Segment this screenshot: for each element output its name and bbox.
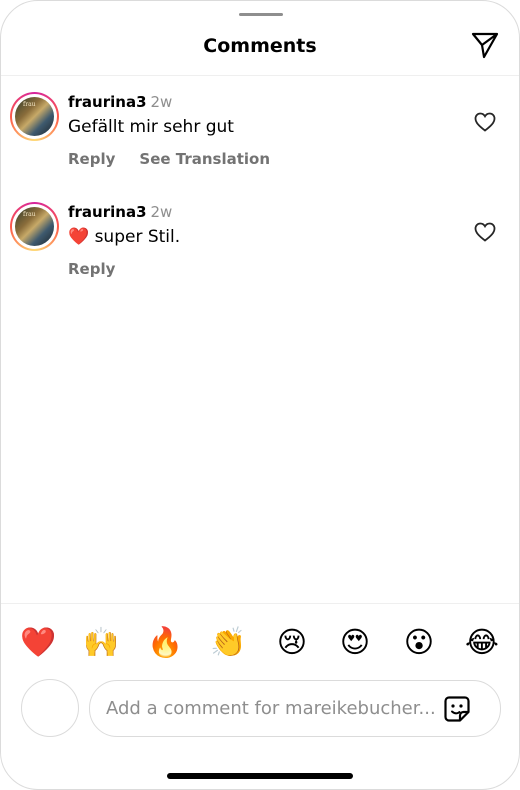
comment-time: 2w (150, 93, 173, 111)
reply-button[interactable]: Reply (68, 150, 115, 168)
comment-actions: Reply See Translation (68, 150, 294, 168)
comment-text: Gefällt mir sehr gut (68, 117, 234, 137)
surprised-emoji-button[interactable]: 😮 (401, 624, 437, 660)
send-icon[interactable] (470, 30, 500, 60)
heart-eyes-emoji-button[interactable]: 😍 (337, 624, 373, 660)
comment-item: frau fraurina3 2w ❤️ super Stil. Reply (1, 201, 519, 281)
comments-header: Comments (1, 1, 519, 76)
home-indicator (167, 773, 353, 779)
heart-icon[interactable] (473, 110, 497, 134)
comment-username[interactable]: fraurina3 (68, 203, 147, 221)
comment-actions: Reply (68, 260, 139, 278)
page-title: Comments (203, 35, 317, 57)
laughing-emoji-button[interactable]: 😂 (464, 624, 500, 660)
avatar[interactable]: frau (10, 92, 59, 141)
avatar (21, 679, 79, 737)
heart-icon[interactable] (473, 220, 497, 244)
avatar[interactable]: frau (10, 202, 59, 251)
comment-time: 2w (150, 203, 173, 221)
heart-emoji-button[interactable]: ❤️ (20, 624, 56, 660)
comment-text: ❤️ super Stil. (68, 227, 181, 247)
see-translation-button[interactable]: See Translation (139, 150, 270, 168)
sticker-icon[interactable] (443, 695, 471, 723)
comment-item: frau fraurina3 2w Gefällt mir sehr gut Re… (1, 91, 519, 181)
emoji-reaction-bar: ❤️ 🙌 🔥 👏 😢 😍 😮 😂 (1, 603, 519, 680)
comment-meta: fraurina3 2w (68, 203, 172, 221)
comment-username[interactable]: fraurina3 (68, 93, 147, 111)
comment-input[interactable] (106, 681, 436, 736)
comments-sheet: Comments frau fraurina3 2w Gefällt mir se… (0, 0, 520, 790)
comment-meta: fraurina3 2w (68, 93, 172, 111)
fire-emoji-button[interactable]: 🔥 (147, 624, 183, 660)
crying-emoji-button[interactable]: 😢 (274, 624, 310, 660)
comment-input-wrapper[interactable] (89, 680, 501, 737)
reply-button[interactable]: Reply (68, 260, 115, 278)
comment-composer (1, 679, 519, 739)
clapping-emoji-button[interactable]: 👏 (210, 624, 246, 660)
raised-hands-emoji-button[interactable]: 🙌 (83, 624, 119, 660)
